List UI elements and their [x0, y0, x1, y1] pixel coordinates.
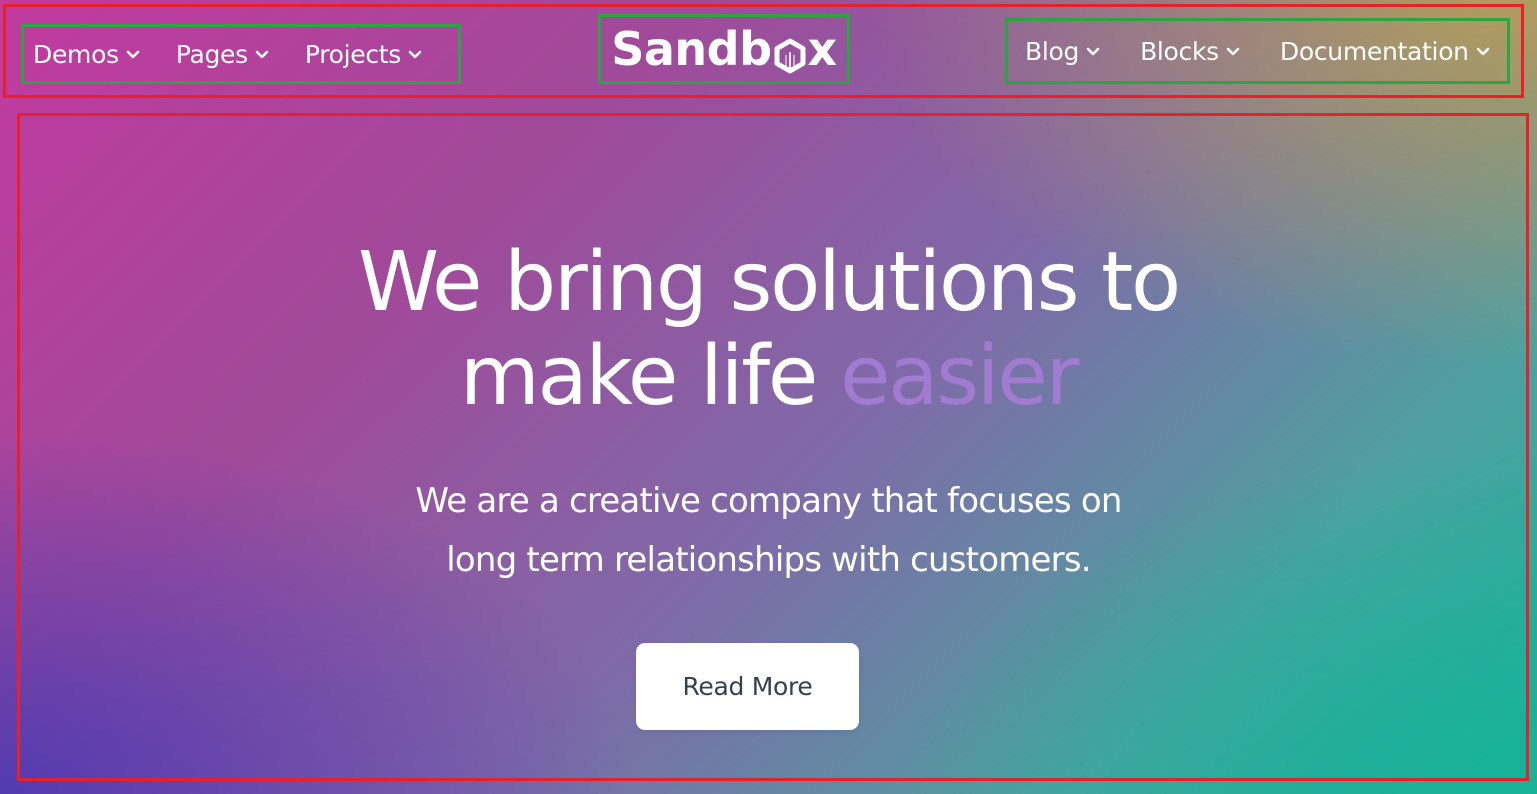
chevron-down-icon: [1475, 43, 1491, 59]
chevron-down-icon: [407, 46, 423, 62]
nav-item-pages[interactable]: Pages: [176, 40, 270, 69]
read-more-button[interactable]: Read More: [636, 643, 859, 730]
chevron-down-icon: [1085, 43, 1101, 59]
hero-subtitle-line1: We are a creative company that focuses o…: [415, 481, 1122, 521]
chevron-down-icon: [1225, 43, 1241, 59]
nav-item-blocks[interactable]: Blocks: [1140, 37, 1241, 66]
primary-nav-right: Blog Blocks Documentation: [1005, 18, 1510, 84]
hero-subtitle-line2: long term relationships with customers.: [446, 540, 1091, 580]
logo-text-start: Sandb: [611, 22, 772, 76]
nav-item-label: Blog: [1025, 36, 1080, 66]
hero-title-accent: easier: [839, 329, 1079, 424]
nav-item-projects[interactable]: Projects: [305, 40, 423, 69]
hero-title: We bring solutions to make life easier: [0, 236, 1537, 424]
chevron-down-icon: [254, 46, 270, 62]
box-logo-icon: [773, 31, 807, 74]
hero-title-line1: We bring solutions to: [357, 235, 1181, 330]
logo-link[interactable]: Sandb x: [598, 14, 850, 84]
nav-item-label: Documentation: [1279, 36, 1469, 66]
site-logo: Sandb x: [611, 22, 838, 76]
nav-item-label: Pages: [175, 39, 248, 69]
primary-nav-left: Demos Pages Projects: [21, 24, 461, 84]
nav-item-documentation[interactable]: Documentation: [1280, 37, 1491, 66]
nav-item-demos[interactable]: Demos: [33, 40, 141, 69]
nav-item-label: Blocks: [1140, 36, 1219, 66]
logo-text-end: x: [807, 22, 838, 76]
hero-title-line2: make life: [459, 329, 840, 424]
chevron-down-icon: [125, 46, 141, 62]
hero-subtitle: We are a creative company that focuses o…: [0, 472, 1537, 590]
nav-item-blog[interactable]: Blog: [1025, 37, 1101, 66]
nav-item-label: Projects: [304, 39, 402, 69]
nav-item-label: Demos: [33, 39, 119, 69]
